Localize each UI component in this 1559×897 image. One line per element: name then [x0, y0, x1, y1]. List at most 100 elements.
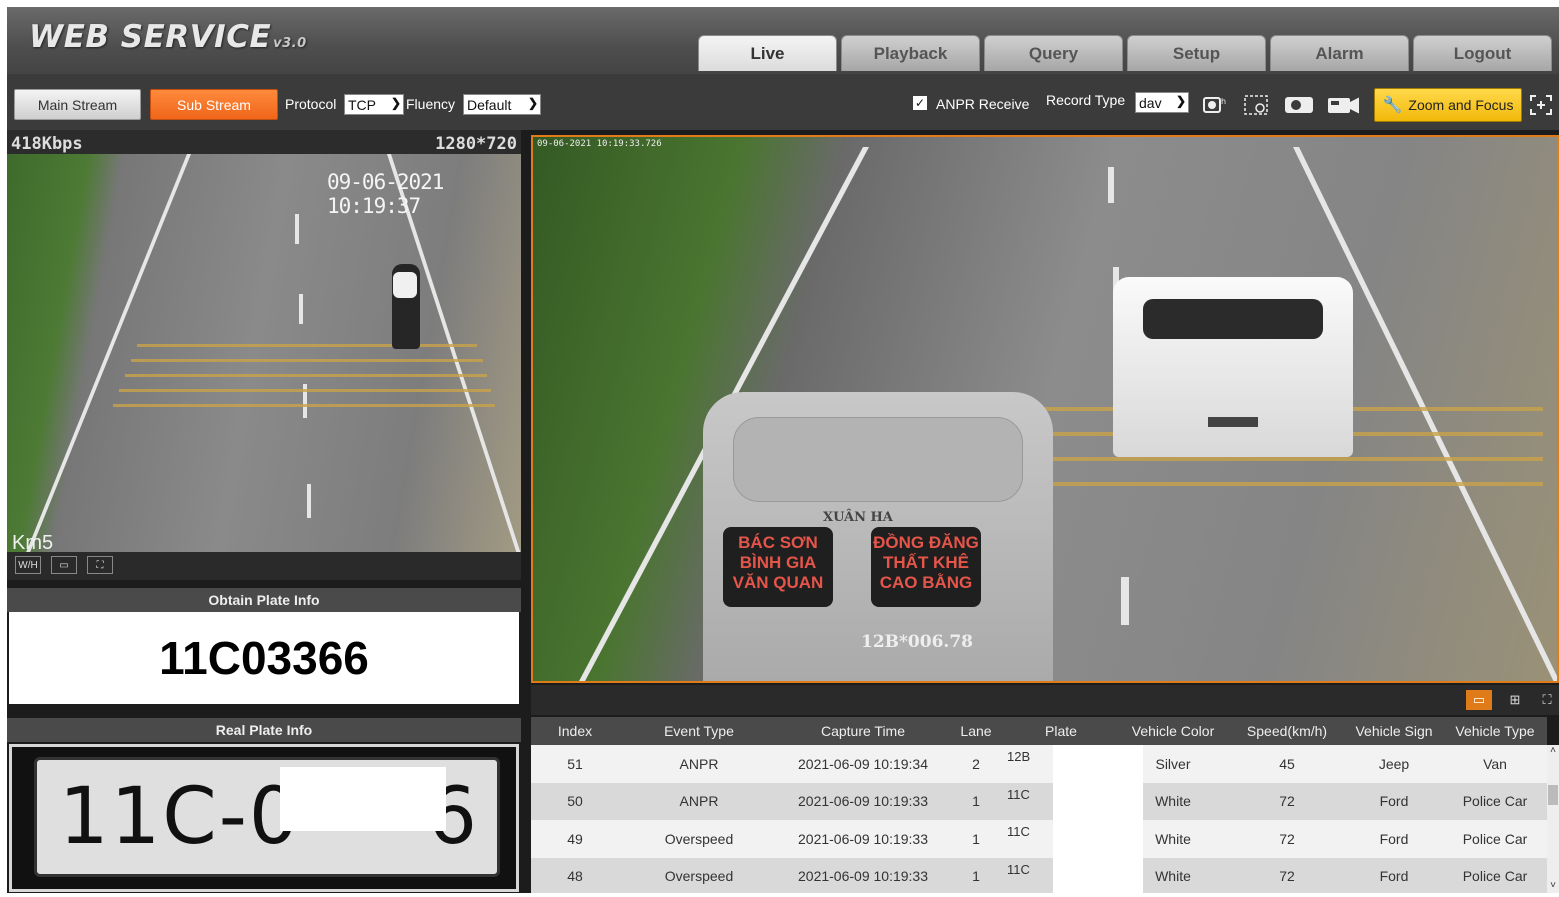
- cell-index: 50: [567, 793, 583, 810]
- col-vehicle-sign[interactable]: Vehicle Sign: [1345, 723, 1443, 739]
- toolbar: Main Stream Sub Stream Protocol TCP ❯ Fl…: [7, 74, 1559, 130]
- chevron-down-icon: ❯: [1175, 94, 1186, 108]
- cell-lane: 1: [972, 793, 980, 810]
- bitrate-readout: 418Kbps: [11, 134, 83, 154]
- cell-time: 2021-06-09 10:19:33: [798, 868, 928, 885]
- record-type-select[interactable]: dav ❯: [1135, 92, 1189, 113]
- fullscreen-icon[interactable]: [1527, 93, 1555, 117]
- record-type-value: dav: [1139, 94, 1162, 111]
- record-icon[interactable]: [1283, 93, 1315, 117]
- fluency-select[interactable]: Default ❯: [463, 94, 541, 115]
- obtain-plate-header: Obtain Plate Info: [7, 588, 521, 612]
- cell-index: 49: [567, 830, 583, 847]
- chevron-up-icon[interactable]: ˄: [1547, 745, 1559, 756]
- table-row[interactable]: 50 ANPR 2021-06-09 10:19:33 1 11C White …: [531, 782, 1547, 820]
- cell-type: Police Car: [1462, 793, 1528, 810]
- logo-text: WEB SERVICE: [29, 19, 272, 55]
- protocol-select[interactable]: TCP ❯: [344, 94, 404, 115]
- svg-text:h: h: [1221, 97, 1226, 106]
- chevron-down-icon[interactable]: ˅: [1547, 880, 1559, 891]
- sub-stream-video[interactable]: 418Kbps 1280*720 09-06-2021 10:19:37 Km5: [7, 130, 521, 552]
- cell-time: 2021-06-09 10:19:33: [798, 793, 928, 810]
- cell-index: 48: [567, 868, 583, 885]
- wrench-icon: 🔧: [1382, 97, 1403, 114]
- anpr-results-table: Index Event Type Capture Time Lane Plate…: [531, 717, 1547, 893]
- logo-version: v3.0: [273, 36, 307, 51]
- fullscreen-icon[interactable]: ⛶: [87, 556, 113, 574]
- anpr-receive-checkbox[interactable]: ✓: [913, 96, 927, 110]
- van-window-right: ĐỒNG ĐĂNG THẤT KHÊ CAO BẰNG: [871, 527, 981, 607]
- protocol-label: Protocol: [285, 96, 337, 112]
- cell-speed: 72: [1279, 830, 1295, 847]
- cell-lane: 2: [972, 755, 980, 772]
- van-window-left: BÁC SƠN BÌNH GIA VĂN QUAN: [723, 527, 833, 607]
- cell-speed: 45: [1279, 755, 1295, 772]
- cell-event: ANPR: [679, 793, 719, 810]
- col-event-type[interactable]: Event Type: [619, 723, 779, 739]
- capture-timestamp: 09-06-2021 10:19:33.726: [537, 139, 662, 149]
- camera-icon[interactable]: [1327, 93, 1359, 117]
- col-vehicle-type[interactable]: Vehicle Type: [1443, 723, 1547, 739]
- tab-setup[interactable]: Setup: [1127, 35, 1266, 71]
- col-vehicle-color[interactable]: Vehicle Color: [1117, 723, 1229, 739]
- km-overlay: Km5: [12, 532, 54, 552]
- snapshot-icon[interactable]: h: [1200, 93, 1232, 117]
- table-row[interactable]: 49 Overspeed 2021-06-09 10:19:33 1 11C W…: [531, 820, 1547, 858]
- zoom-focus-button[interactable]: 🔧 Zoom and Focus: [1374, 88, 1522, 122]
- plate-redaction-mask: [1053, 745, 1143, 893]
- tab-query[interactable]: Query: [984, 35, 1123, 71]
- fluency-label: Fluency: [406, 96, 456, 112]
- col-capture-time[interactable]: Capture Time: [779, 723, 947, 739]
- grid-view-icon[interactable]: ⊞: [1502, 690, 1528, 710]
- single-view-icon[interactable]: ▭: [1466, 690, 1492, 710]
- table-row[interactable]: 48 Overspeed 2021-06-09 10:19:33 1 11C W…: [531, 857, 1547, 893]
- results-toolbar: ▭ ⊞ ⛶: [531, 685, 1559, 715]
- window-icon[interactable]: ▭: [51, 556, 77, 574]
- col-index[interactable]: Index: [531, 723, 619, 739]
- video-timestamp: 09-06-2021 10:19:37: [327, 170, 444, 218]
- main-capture-video[interactable]: 09-06-2021 10:19:33.726 XUÂN HA BÁC SƠN …: [531, 135, 1559, 683]
- obtain-plate-value: 11C03366: [9, 612, 519, 704]
- protocol-value: TCP: [348, 96, 376, 113]
- app-logo: WEB SERVICE v3.0: [29, 19, 307, 55]
- chevron-down-icon: ❯: [527, 96, 538, 110]
- plate-visible-text: 11C-0: [59, 772, 301, 862]
- cell-event: ANPR: [679, 755, 719, 772]
- resolution-readout: 1280*720: [435, 134, 517, 154]
- cell-lane: 1: [972, 868, 980, 885]
- real-plate-image: 11C-0 6: [9, 744, 519, 892]
- cell-lane: 1: [972, 830, 980, 847]
- main-stream-button[interactable]: Main Stream: [14, 89, 141, 120]
- zoom-focus-label: Zoom and Focus: [1408, 97, 1514, 113]
- tab-logout[interactable]: Logout: [1413, 35, 1552, 71]
- col-lane[interactable]: Lane: [947, 723, 1005, 739]
- col-speed[interactable]: Speed(km/h): [1229, 723, 1345, 739]
- tab-playback[interactable]: Playback: [841, 35, 980, 71]
- cell-type: Police Car: [1462, 868, 1528, 885]
- table-scrollbar[interactable]: ˄ ˅: [1547, 745, 1559, 893]
- cell-type: Police Car: [1462, 830, 1528, 847]
- table-row[interactable]: 51 ANPR 2021-06-09 10:19:34 2 12B Silver…: [531, 745, 1547, 783]
- tab-live[interactable]: Live: [698, 35, 837, 71]
- sub-video-controls: W/H ▭ ⛶: [7, 552, 521, 580]
- van-brand: XUÂN HA: [823, 510, 893, 525]
- video-ratio-icon[interactable]: W/H: [15, 556, 41, 574]
- van-plate: 12B*006.78: [861, 632, 973, 652]
- main-tabs: Live Playback Query Setup Alarm Logout: [698, 35, 1552, 71]
- record-type-label: Record Type: [1046, 92, 1126, 108]
- scroll-thumb[interactable]: [1548, 785, 1558, 805]
- sub-stream-button[interactable]: Sub Stream: [150, 89, 278, 120]
- cell-sign: Jeep: [1378, 755, 1410, 772]
- real-plate-header: Real Plate Info: [7, 718, 521, 742]
- fluency-value: Default: [467, 96, 512, 113]
- pickup-truck: [1113, 277, 1353, 457]
- tab-alarm[interactable]: Alarm: [1270, 35, 1409, 71]
- cell-time: 2021-06-09 10:19:33: [798, 830, 928, 847]
- chevron-down-icon: ❯: [390, 96, 401, 110]
- fullscreen-icon[interactable]: ⛶: [1534, 690, 1559, 710]
- region-zoom-icon[interactable]: [1241, 93, 1273, 117]
- cell-event: Overspeed: [664, 868, 734, 885]
- header: WEB SERVICE v3.0 Live Playback Query Setu…: [7, 7, 1559, 74]
- cell-type: Van: [1483, 755, 1507, 772]
- col-plate[interactable]: Plate: [1005, 723, 1117, 739]
